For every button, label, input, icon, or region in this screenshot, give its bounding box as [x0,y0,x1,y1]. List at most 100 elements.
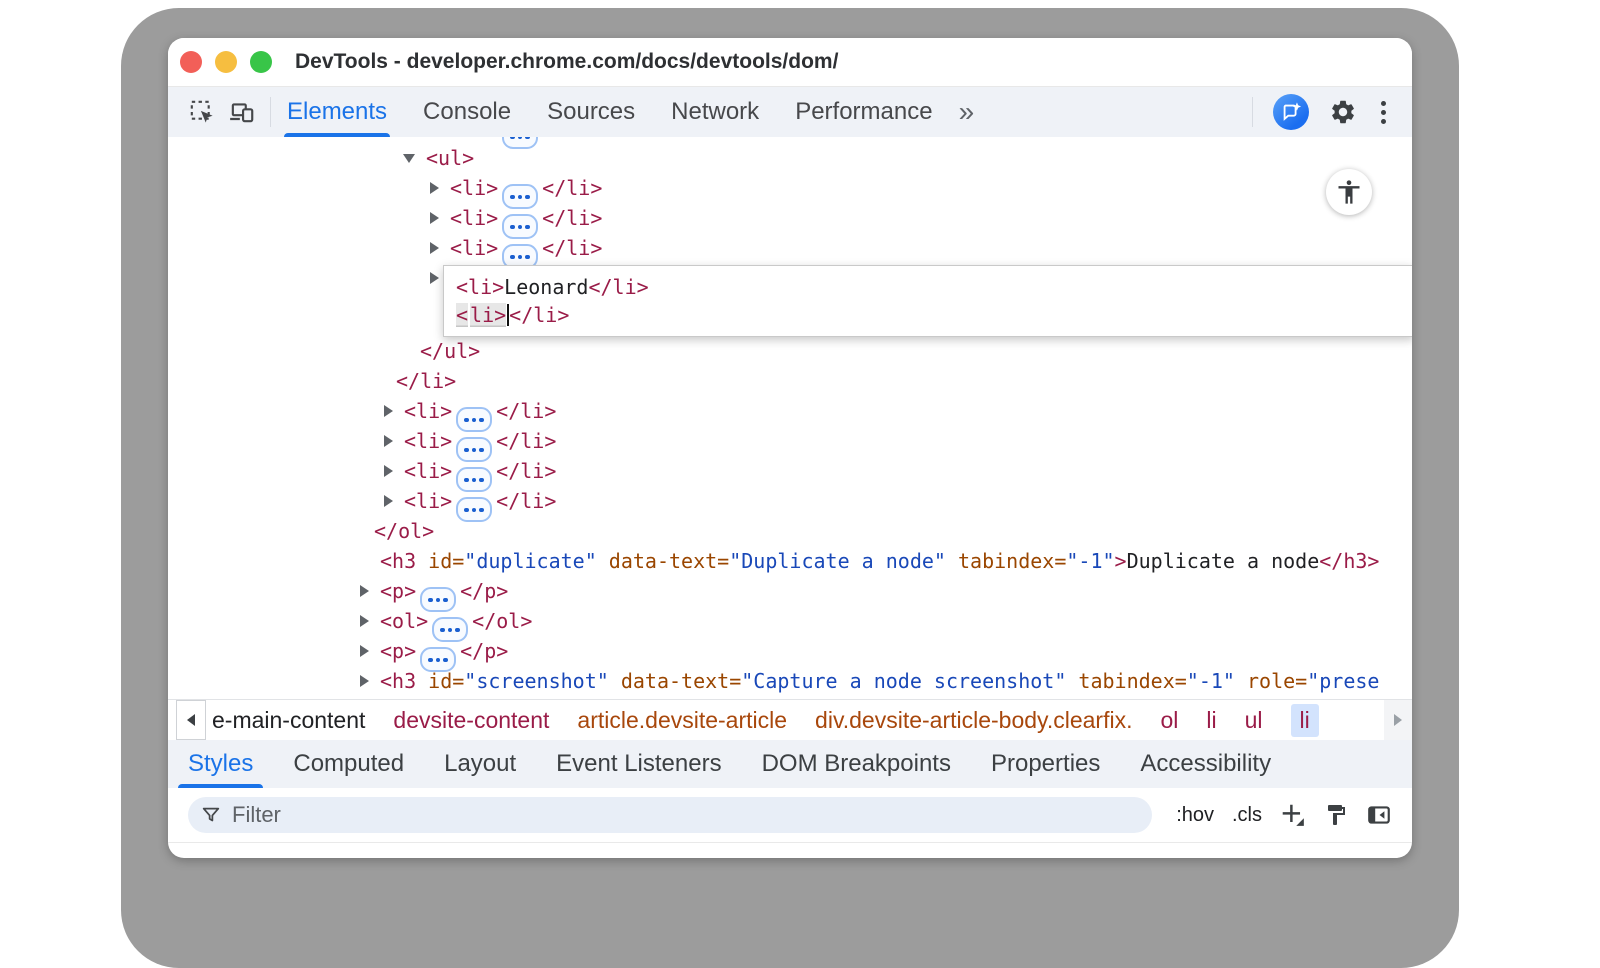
ai-assistant-button[interactable] [1273,94,1309,130]
dom-token: </li> [509,303,569,327]
device-toolbar-button[interactable] [222,92,262,132]
expand-arrow-icon[interactable] [384,495,393,507]
tab-console[interactable]: Console [423,87,511,137]
dom-token: <li> [404,399,452,423]
breadcrumb-item[interactable]: div.devsite-article-body.clearfix. [815,707,1132,734]
tab-network[interactable]: Network [671,87,759,137]
dom-token: "prese [1307,669,1379,693]
dom-token: <li> [450,236,498,260]
breadcrumb-item[interactable]: li [1291,704,1319,737]
expand-arrow-icon[interactable] [360,645,369,657]
breadcrumb-item[interactable]: article.devsite-article [577,707,787,734]
filter-field[interactable] [188,797,1152,833]
breadcrumb-item[interactable]: ul [1245,707,1263,734]
paint-icon [1324,803,1348,827]
zoom-window-button[interactable] [250,51,272,73]
breadcrumb-item[interactable]: li [1206,707,1216,734]
dom-tree-row[interactable]: </li> [168,366,1412,396]
back-arrow-icon [187,714,195,726]
dom-token: </p> [460,639,508,663]
expand-arrow-icon[interactable] [360,615,369,627]
toolbar-divider [270,97,271,127]
tab-elements[interactable]: Elements [287,87,387,137]
breadcrumb-forward-button[interactable] [1384,700,1412,740]
settings-gear-icon [1329,98,1357,126]
accessibility-overlay-button[interactable] [1326,169,1372,215]
styles-filter-input[interactable] [230,801,1152,829]
expand-arrow-icon[interactable] [384,465,393,477]
dom-token: <h3 [380,549,416,573]
ai-assistant-icon [1280,101,1302,123]
dom-edit-box[interactable]: <li>Leonard</li> <li></li> [443,265,1412,337]
dom-token: data-text= [609,669,741,693]
expand-arrow-icon[interactable] [430,212,439,224]
expand-arrow-icon[interactable] [430,242,439,254]
breadcrumb-back-button[interactable] [176,700,206,740]
expand-arrow-icon[interactable] [384,435,393,447]
dom-tree-row[interactable]: <li></li> [168,203,1412,233]
dom-token: </h3> [1319,549,1379,573]
expand-arrow-icon[interactable] [430,272,439,284]
pseudo-state-toggle[interactable]: :hov [1176,804,1214,827]
dom-token: </ol> [472,609,532,633]
minimize-window-button[interactable] [215,51,237,73]
toolbar-right [1252,94,1390,130]
dom-token: "Duplicate a node" [729,549,946,573]
dom-tree-row[interactable]: <p></p> [168,576,1412,606]
dom-tree-row[interactable]: </ol> [168,516,1412,546]
dom-token: id= [416,549,464,573]
dom-token: "-1" [1187,669,1235,693]
dom-token: <li> [404,489,452,513]
dom-token: </li> [496,459,556,483]
dom-tree-row[interactable]: </ul> [168,336,1412,366]
tab-dom-breakpoints[interactable]: DOM Breakpoints [762,740,951,788]
tab-layout[interactable]: Layout [444,740,516,788]
tab-computed[interactable]: Computed [293,740,404,788]
styles-filter-bar: :hov .cls [168,788,1412,843]
tab-sources[interactable]: Sources [547,87,635,137]
forward-arrow-icon [1394,714,1402,726]
sidebar-tab-bar: Styles Computed Layout Event Listeners DOM B… [168,740,1412,788]
dom-token: </ol> [374,519,434,543]
dom-token: <li> [450,206,498,230]
new-style-rule-button[interactable] [1280,802,1306,828]
breadcrumb-item[interactable]: ol [1160,707,1178,734]
dom-tree: <li> </li> <ul> <li> </li> <li> </li> <li> </li>… [168,137,1412,696]
tab-performance[interactable]: Performance [795,87,932,137]
dom-token: </li> [542,236,602,260]
dom-tree-row[interactable]: <p></p> [168,636,1412,666]
collapse-arrow-icon[interactable] [403,154,415,163]
inspect-element-button[interactable] [182,92,222,132]
expand-arrow-icon[interactable] [384,405,393,417]
dom-tree-row[interactable]: <li></li> [168,456,1412,486]
devtools-toolbar: Elements Console Sources Network Performance… [168,87,1412,137]
close-window-button[interactable] [180,51,202,73]
dom-tree-row[interactable]: <ul> [168,143,1412,173]
dom-tree-row[interactable]: <ol></ol> [168,606,1412,636]
breadcrumb-bar: e-main-content devsite-content article.dev… [168,699,1412,740]
collapse-sidebar-button[interactable] [1366,802,1392,828]
more-options-button[interactable] [1377,97,1390,128]
tab-accessibility[interactable]: Accessibility [1140,740,1271,788]
dom-tree-row[interactable]: <li></li> [168,173,1412,203]
more-tabs-button[interactable]: » [959,90,975,134]
tab-event-listeners[interactable]: Event Listeners [556,740,721,788]
dom-tree-row[interactable]: <li></li> [168,426,1412,456]
dom-tree-row[interactable]: <li></li> [168,486,1412,516]
expand-arrow-icon[interactable] [360,585,369,597]
tab-styles[interactable]: Styles [188,740,253,788]
breadcrumb-item[interactable]: devsite-content [393,707,549,734]
dom-tree-row[interactable]: <h3 id="duplicate" data-text="Duplicate … [168,546,1412,576]
expand-arrow-icon[interactable] [360,675,369,687]
dom-token: <li> [450,176,498,200]
dom-tree-row[interactable]: <h3 id="screenshot" data-text="Capture a… [168,666,1412,696]
rendering-emulation-button[interactable] [1324,803,1348,827]
class-toggle[interactable]: .cls [1232,804,1262,827]
settings-button[interactable] [1329,98,1357,126]
dom-tree-row[interactable]: <li> </li> [168,233,1412,263]
edit-line-2: <li></li> [456,301,1412,329]
dom-tree-row[interactable]: <li></li> [168,396,1412,426]
breadcrumb-item[interactable]: e-main-content [212,707,365,734]
tab-properties[interactable]: Properties [991,740,1100,788]
expand-arrow-icon[interactable] [430,182,439,194]
